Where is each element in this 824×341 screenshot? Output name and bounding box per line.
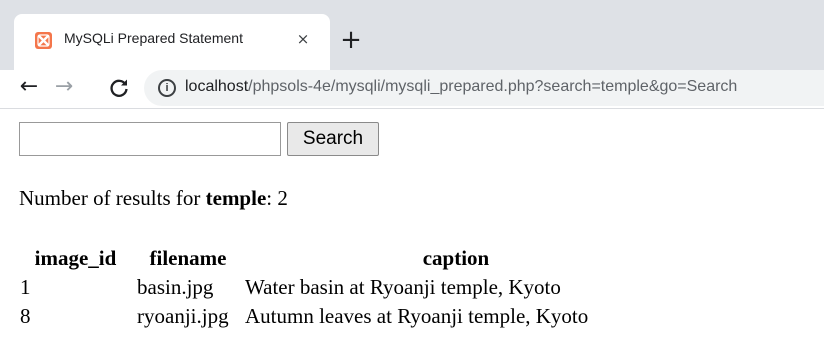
results-table: image_id filename caption 1 basin.jpg Wa… xyxy=(17,244,670,331)
browser-toolbar: ← → i localhost/phpsols-4e/mysqli/mysqli… xyxy=(0,70,824,106)
url-host: localhost xyxy=(185,78,249,95)
cell-filename: basin.jpg xyxy=(137,275,214,299)
reload-icon[interactable] xyxy=(107,70,133,106)
cell-image-id: 1 xyxy=(20,275,31,299)
close-icon[interactable]: × xyxy=(292,28,314,50)
browser-tab[interactable]: MySQLi Prepared Statement × xyxy=(14,14,330,70)
table-header-row: image_id filename caption xyxy=(17,244,670,273)
search-button[interactable]: Search xyxy=(287,122,379,156)
xampp-icon xyxy=(35,32,52,49)
search-input[interactable] xyxy=(19,122,281,156)
column-header-caption: caption xyxy=(422,246,490,270)
column-header-filename: filename xyxy=(149,246,227,270)
url-path: /phpsols-4e/mysqli/mysqli_prepared.php?s… xyxy=(248,78,738,95)
results-prefix: Number of results for xyxy=(19,186,206,210)
column-header-image-id: image_id xyxy=(34,246,117,270)
cell-image-id: 8 xyxy=(20,304,31,328)
cell-filename: ryoanji.jpg xyxy=(137,304,229,328)
cell-caption: Water basin at Ryoanji temple, Kyoto xyxy=(245,275,561,299)
tab-title: MySQLi Prepared Statement xyxy=(64,30,243,46)
info-icon[interactable]: i xyxy=(158,79,176,97)
back-arrow-icon[interactable]: ← xyxy=(16,70,42,106)
toolbar-divider xyxy=(0,108,824,109)
cell-caption: Autumn leaves at Ryoanji temple, Kyoto xyxy=(245,304,589,328)
tab-strip: MySQLi Prepared Statement × + xyxy=(0,0,824,70)
forward-arrow-icon[interactable]: → xyxy=(51,70,77,106)
table-row: 1 basin.jpg Water basin at Ryoanji templ… xyxy=(17,273,670,302)
table-row: 8 ryoanji.jpg Autumn leaves at Ryoanji t… xyxy=(17,302,670,331)
search-term: temple xyxy=(205,186,267,210)
url-text[interactable]: localhost/phpsols-4e/mysqli/mysqli_prepa… xyxy=(185,78,737,96)
results-separator: : xyxy=(266,186,278,210)
new-tab-icon[interactable]: + xyxy=(336,26,366,56)
results-count: 2 xyxy=(277,186,288,210)
results-summary: Number of results for temple: 2 xyxy=(19,186,288,211)
address-bar[interactable]: i localhost/phpsols-4e/mysqli/mysqli_pre… xyxy=(144,70,824,106)
